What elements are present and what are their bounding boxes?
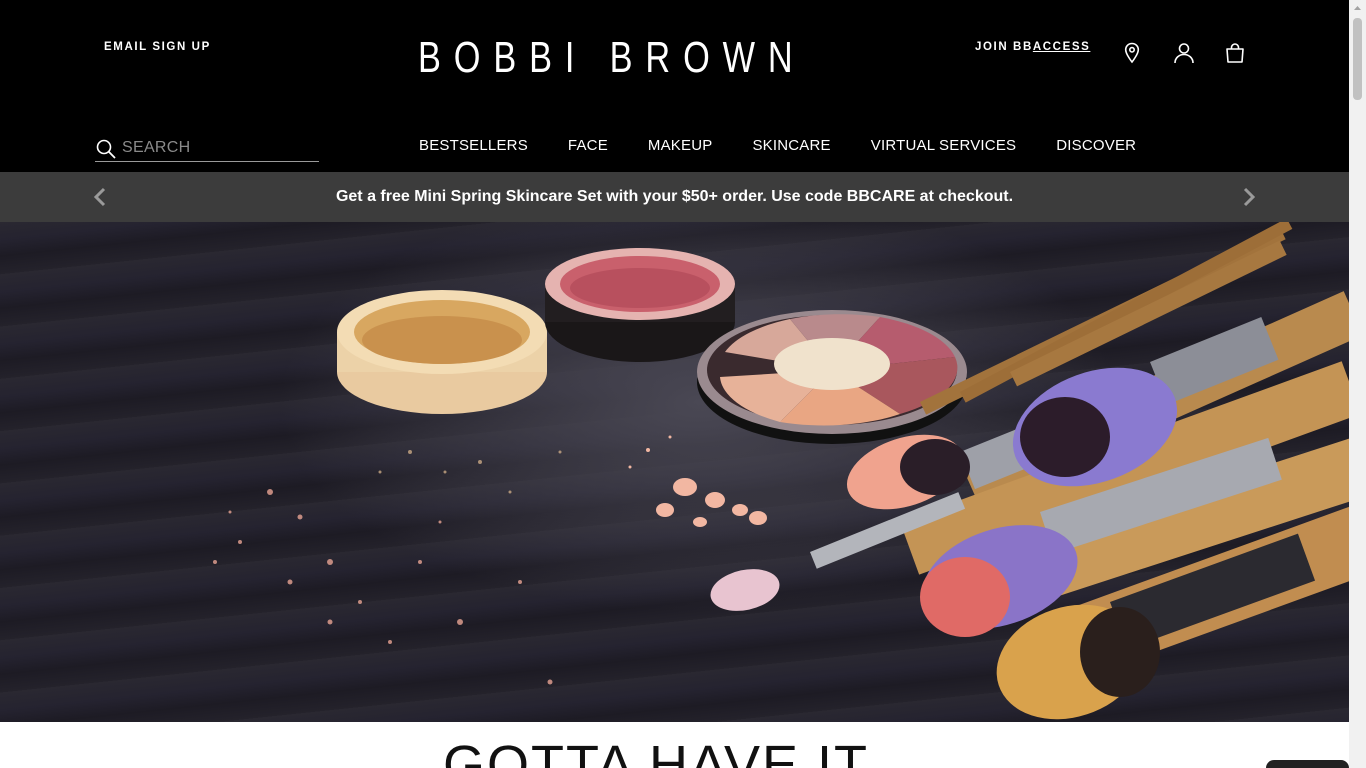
join-access-label: ACCESS <box>1032 41 1091 53</box>
promo-banner: Get a free Mini Spring Skincare Set with… <box>0 172 1349 222</box>
hero-image[interactable] <box>0 222 1349 722</box>
main-nav: BESTSELLERS FACE MAKEUP SKINCARE VIRTUAL… <box>419 137 1136 154</box>
nav-item-virtual-services[interactable]: VIRTUAL SERVICES <box>871 137 1016 154</box>
nav-item-skincare[interactable]: SKINCARE <box>752 137 830 154</box>
page-scrollbar[interactable] <box>1349 0 1366 768</box>
join-bbaccess-link[interactable]: JOIN BBACCESS <box>975 41 1090 53</box>
search-bar <box>95 134 319 162</box>
nav-item-face[interactable]: FACE <box>568 137 608 154</box>
search-input[interactable] <box>122 136 312 160</box>
promo-text[interactable]: Get a free Mini Spring Skincare Set with… <box>0 188 1349 206</box>
account-icon[interactable] <box>1172 41 1196 65</box>
chevron-right-icon[interactable] <box>1237 186 1259 208</box>
chat-widget-tab[interactable] <box>1266 760 1349 768</box>
nav-item-bestsellers[interactable]: BESTSELLERS <box>419 137 528 154</box>
scroll-thumb[interactable] <box>1353 18 1362 100</box>
location-pin-icon[interactable] <box>1120 41 1144 65</box>
search-icon[interactable] <box>95 138 117 160</box>
section-title: GOTTA HAVE IT <box>443 735 870 768</box>
brand-logo[interactable]: BOBBI BROWN <box>418 36 806 80</box>
email-signup-link[interactable]: EMAIL SIGN UP <box>104 41 211 53</box>
join-prefix: JOIN BB <box>975 41 1033 53</box>
scroll-up-arrow-icon[interactable] <box>1349 0 1366 17</box>
shopping-bag-icon[interactable] <box>1223 41 1247 65</box>
nav-item-makeup[interactable]: MAKEUP <box>648 137 713 154</box>
nav-item-discover[interactable]: DISCOVER <box>1056 137 1136 154</box>
site-header: EMAIL SIGN UP BOBBI BROWN JOIN BBACCESS … <box>0 0 1349 172</box>
makeup-products-illustration <box>213 222 1349 720</box>
